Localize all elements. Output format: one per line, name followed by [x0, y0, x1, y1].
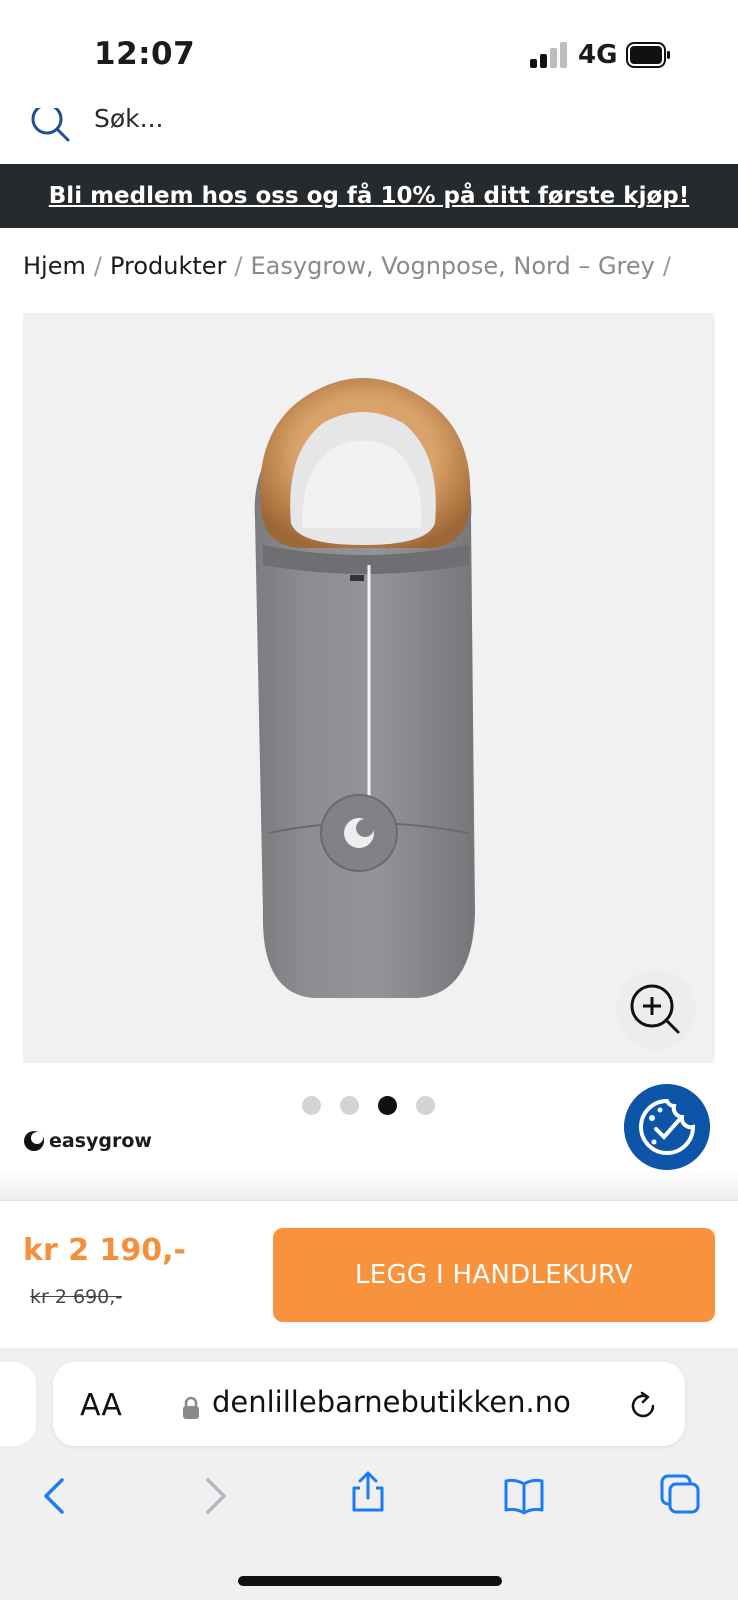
- carousel-dot[interactable]: [340, 1096, 359, 1115]
- carousel-dot[interactable]: [416, 1096, 435, 1115]
- breadcrumb-separator: /: [93, 252, 102, 280]
- breadcrumb-separator: /: [234, 252, 243, 280]
- product-image[interactable]: [23, 313, 715, 1063]
- battery-icon: [626, 42, 670, 68]
- easygrow-logo-icon: [24, 1131, 44, 1151]
- search-input[interactable]: Søk...: [94, 108, 163, 133]
- bookmarks-icon[interactable]: [502, 1474, 546, 1518]
- breadcrumb-current: Easygrow, Vognpose, Nord – Grey: [250, 252, 655, 280]
- text-size-button[interactable]: AA: [80, 1388, 122, 1423]
- network-type: 4G: [578, 40, 618, 70]
- product-footmuff-image: [254, 378, 475, 998]
- breadcrumb-products[interactable]: Produkter: [110, 252, 226, 280]
- share-icon[interactable]: [346, 1470, 390, 1514]
- add-to-cart-button[interactable]: LEGG I HANDLEKURV: [273, 1228, 715, 1322]
- lock-icon: [183, 1396, 199, 1419]
- back-icon[interactable]: [34, 1474, 78, 1518]
- old-price: kr 2 690,-: [30, 1286, 123, 1308]
- cookie-consent-icon[interactable]: [624, 1084, 710, 1170]
- breadcrumb-separator: /: [662, 252, 671, 280]
- breadcrumb: Hjem / Produkter / Easygrow, Vognpose, Nord …: [23, 252, 679, 280]
- reload-icon[interactable]: [627, 1390, 659, 1422]
- promo-link[interactable]: Bli medlem hos oss og få 10% på ditt før…: [0, 164, 738, 228]
- brand-logo[interactable]: easygrow: [23, 1126, 152, 1156]
- status-time: 12:07: [94, 36, 196, 72]
- signal-bars-icon: [530, 42, 570, 68]
- forward-icon[interactable]: [192, 1474, 236, 1518]
- current-price: kr 2 190,-: [23, 1233, 186, 1268]
- promo-banner: Bli medlem hos oss og få 10% på ditt før…: [0, 164, 738, 228]
- divider: [0, 1170, 738, 1200]
- carousel-dot[interactable]: [302, 1096, 321, 1115]
- url-domain[interactable]: denlillebarnebutikken.no: [212, 1385, 571, 1419]
- brand-name: easygrow: [49, 1130, 152, 1152]
- search-bar[interactable]: Søk...: [0, 108, 738, 164]
- previous-tab-peek[interactable]: [0, 1362, 36, 1446]
- breadcrumb-home[interactable]: Hjem: [23, 252, 86, 280]
- search-icon: [31, 108, 70, 142]
- zoom-in-icon[interactable]: [616, 970, 696, 1050]
- home-indicator: [238, 1576, 502, 1586]
- carousel-dot-active[interactable]: [378, 1096, 397, 1115]
- tabs-icon[interactable]: [658, 1472, 702, 1516]
- carousel-dots: [302, 1096, 442, 1116]
